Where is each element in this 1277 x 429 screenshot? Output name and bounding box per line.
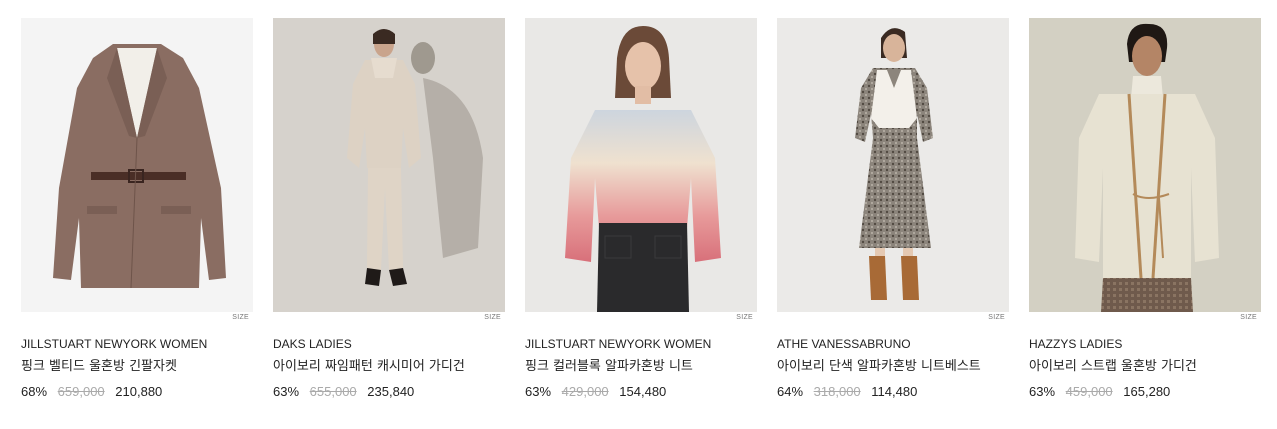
size-label[interactable]: SIZE bbox=[484, 314, 501, 321]
size-label[interactable]: SIZE bbox=[1240, 314, 1257, 321]
product-name[interactable]: 아이보리 단색 알파카혼방 니트베스트 bbox=[777, 357, 987, 376]
price-row: 68% 659,000 210,880 bbox=[21, 384, 253, 400]
product-image[interactable] bbox=[21, 18, 253, 312]
original-price: 659,000 bbox=[57, 384, 105, 399]
original-price: 429,000 bbox=[561, 384, 609, 399]
vest-photo bbox=[777, 18, 1009, 312]
price-row: 63% 655,000 235,840 bbox=[273, 384, 505, 400]
product-card[interactable]: SIZE HAZZYS LADIES 아이보리 스트랩 울혼방 가디건 63% … bbox=[1029, 18, 1261, 400]
sale-price: 154,480 bbox=[619, 384, 667, 399]
price-row: 63% 429,000 154,480 bbox=[525, 384, 757, 400]
original-price: 655,000 bbox=[309, 384, 357, 399]
sale-price: 165,280 bbox=[1123, 384, 1171, 399]
discount-rate: 63% bbox=[273, 384, 300, 399]
product-card[interactable]: SIZE JILLSTUART NEWYORK WOMEN 핑크 벨티드 울혼방… bbox=[21, 18, 253, 400]
product-name[interactable]: 핑크 컬러블록 알파카혼방 니트 bbox=[525, 357, 735, 376]
discount-rate: 63% bbox=[525, 384, 552, 399]
product-grid: SIZE JILLSTUART NEWYORK WOMEN 핑크 벨티드 울혼방… bbox=[0, 0, 1277, 429]
size-label[interactable]: SIZE bbox=[988, 314, 1005, 321]
original-price: 318,000 bbox=[813, 384, 861, 399]
sale-price: 114,480 bbox=[871, 384, 918, 399]
product-brand[interactable]: JILLSTUART NEWYORK WOMEN bbox=[525, 337, 757, 352]
product-brand[interactable]: HAZZYS LADIES bbox=[1029, 337, 1261, 352]
product-name[interactable]: 아이보리 짜임패턴 캐시미어 가디건 bbox=[273, 357, 483, 376]
product-brand[interactable]: ATHE VANESSABRUNO bbox=[777, 337, 1009, 352]
strap-cardigan-photo bbox=[1029, 18, 1261, 312]
product-image[interactable] bbox=[1029, 18, 1261, 312]
product-brand[interactable]: JILLSTUART NEWYORK WOMEN bbox=[21, 337, 253, 352]
product-image[interactable] bbox=[273, 18, 505, 312]
product-brand[interactable]: DAKS LADIES bbox=[273, 337, 505, 352]
product-image[interactable] bbox=[777, 18, 1009, 312]
cardigan-photo bbox=[273, 18, 505, 312]
size-label[interactable]: SIZE bbox=[736, 314, 753, 321]
sale-price: 210,880 bbox=[115, 384, 163, 399]
discount-rate: 63% bbox=[1029, 384, 1056, 399]
discount-rate: 64% bbox=[777, 384, 804, 399]
price-row: 64% 318,000 114,480 bbox=[777, 384, 1009, 400]
jacket-photo bbox=[21, 18, 253, 312]
price-row: 63% 459,000 165,280 bbox=[1029, 384, 1261, 400]
product-image[interactable] bbox=[525, 18, 757, 312]
knit-photo bbox=[525, 18, 757, 312]
product-name[interactable]: 아이보리 스트랩 울혼방 가디건 bbox=[1029, 357, 1239, 376]
size-label[interactable]: SIZE bbox=[232, 314, 249, 321]
product-card[interactable]: SIZE JILLSTUART NEWYORK WOMEN 핑크 컬러블록 알파… bbox=[525, 18, 757, 400]
original-price: 459,000 bbox=[1065, 384, 1113, 399]
product-name[interactable]: 핑크 벨티드 울혼방 긴팔자켓 bbox=[21, 357, 231, 376]
sale-price: 235,840 bbox=[367, 384, 415, 399]
product-card[interactable]: SIZE DAKS LADIES 아이보리 짜임패턴 캐시미어 가디건 63% … bbox=[273, 18, 505, 400]
discount-rate: 68% bbox=[21, 384, 48, 399]
product-card[interactable]: SIZE ATHE VANESSABRUNO 아이보리 단색 알파카혼방 니트베… bbox=[777, 18, 1009, 400]
